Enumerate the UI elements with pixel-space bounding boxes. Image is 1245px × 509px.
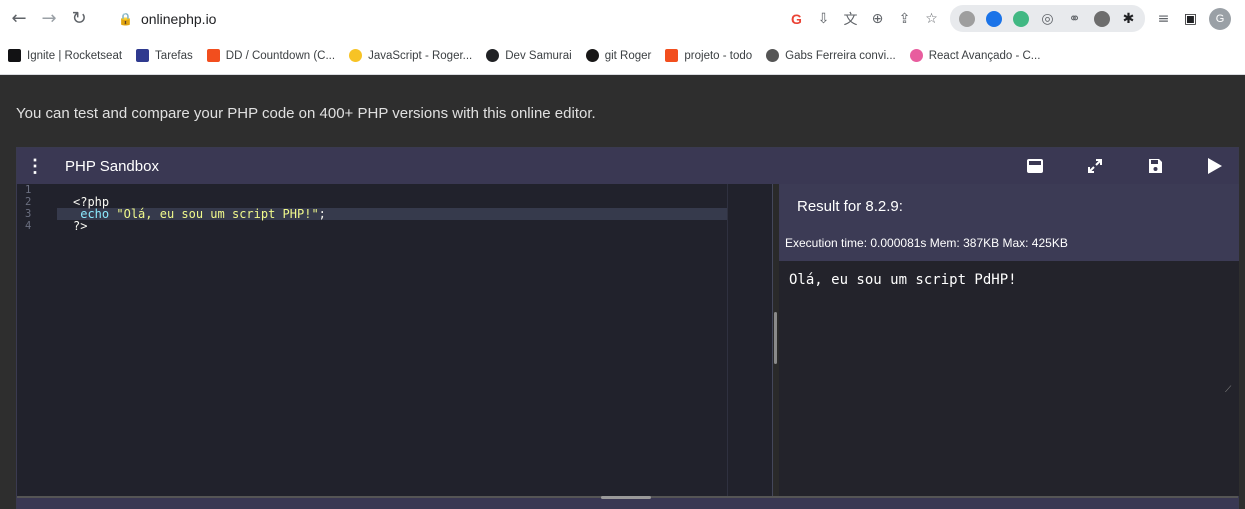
bookmark-favicon-icon (486, 49, 500, 62)
run-play-icon[interactable] (1204, 155, 1226, 177)
menu-dots-icon[interactable]: ⋮ (17, 156, 53, 177)
line-number: 2 (25, 196, 32, 208)
reload-icon[interactable]: ↻ (64, 4, 94, 34)
line-number: 3 (25, 208, 32, 220)
bookmark-item[interactable]: Gabs Ferreira convi... (766, 49, 896, 62)
result-title: Result for 8.2.9: (797, 198, 903, 215)
sandbox-header: ⋮ PHP Sandbox (17, 148, 1238, 184)
bookmark-star-icon[interactable]: ☆ (919, 6, 944, 31)
extension-camera-icon[interactable]: ◎ (1035, 6, 1060, 31)
extensions-group: ◎ ⚭ ✱ (950, 5, 1145, 32)
share-icon[interactable]: ⇪ (892, 6, 917, 31)
google-icon[interactable]: G (784, 6, 809, 31)
translate-icon[interactable]: 文 (838, 6, 863, 31)
bookmark-label: DD / Countdown (C... (225, 49, 336, 62)
bookmark-item[interactable]: Ignite | Rocketseat (8, 49, 122, 62)
zoom-icon[interactable]: ⊕ (865, 6, 890, 31)
side-panel-icon[interactable]: ▣ (1178, 6, 1203, 31)
back-arrow-icon[interactable]: ← (4, 4, 34, 34)
github-icon (585, 49, 599, 62)
bookmark-item[interactable]: projeto - todo (665, 49, 752, 62)
line-number: 1 (25, 184, 32, 196)
page-content: You can test and compare your PHP code o… (0, 75, 1245, 509)
bookmarks-bar: Ignite | Rocketseat Tarefas DD / Countdo… (0, 37, 1245, 75)
install-app-icon[interactable]: ⇩ (811, 6, 836, 31)
bookmark-label: Dev Samurai (505, 49, 572, 62)
php-sandbox: ⋮ PHP Sandbox 1 2 3 4 <?php echo "Olá, e… (16, 147, 1239, 509)
bookmark-label: Ignite | Rocketseat (27, 49, 123, 62)
bookmark-item[interactable]: DD / Countdown (C... (206, 49, 336, 62)
forward-arrow-icon[interactable]: → (34, 4, 64, 34)
php-close-tag: ?> (73, 219, 88, 233)
browser-toolbar: ← → ↻ 🔒 onlinephp.io G ⇩ 文 ⊕ ⇪ ☆ ◎ ⚭ ✱ ≡… (0, 0, 1245, 37)
extension-link-icon[interactable]: ⚭ (1062, 6, 1087, 31)
extensions-puzzle-icon[interactable]: ✱ (1116, 6, 1141, 31)
bookmark-label: Tarefas (155, 49, 193, 62)
bookmark-item[interactable]: git Roger (585, 49, 652, 62)
extension-vue-icon[interactable] (1008, 6, 1033, 31)
reading-list-icon[interactable]: ≡ (1151, 6, 1176, 31)
result-output: Olá, eu sou um script PdHP! (789, 272, 1017, 288)
bookmark-item[interactable]: Tarefas (136, 49, 193, 62)
resize-handle-icon[interactable]: ⟋ (1225, 384, 1233, 394)
extension-w-icon[interactable] (1089, 6, 1114, 31)
layout-toggle-icon[interactable] (1024, 155, 1046, 177)
splitter-grip[interactable] (774, 312, 777, 364)
code-line-active: echo "Olá, eu sou um script PHP!"; (57, 208, 727, 220)
bookmark-item[interactable]: Dev Samurai (486, 49, 572, 62)
code-line: ?> (57, 220, 727, 232)
save-icon[interactable] (1144, 155, 1166, 177)
lock-icon: 🔒 (118, 11, 133, 26)
bookmark-favicon-icon (909, 49, 923, 62)
profile-avatar[interactable]: G (1209, 7, 1231, 30)
semicolon: ; (318, 207, 326, 221)
intro-text: You can test and compare your PHP code o… (16, 105, 596, 122)
bookmark-favicon-icon (206, 49, 220, 62)
line-number-gutter: 1 2 3 4 (17, 184, 57, 496)
bookmark-label: projeto - todo (684, 49, 753, 62)
string-literal: "Olá, eu sou um script PHP!" (116, 207, 319, 221)
result-panel: Result for 8.2.9: Execution time: 0.0000… (779, 184, 1239, 496)
execution-info: Execution time: 0.000081s Mem: 387KB Max… (785, 236, 1068, 250)
bookmark-favicon-icon (349, 49, 363, 62)
bookmark-favicon-icon (136, 49, 150, 62)
bookmark-item[interactable]: JavaScript - Roger... (349, 49, 472, 62)
sandbox-actions (1024, 148, 1226, 184)
bookmark-label: React Avançado - C... (928, 49, 1041, 62)
result-header: Result for 8.2.9: Execution time: 0.0000… (779, 184, 1239, 261)
bottom-resize-bar[interactable] (17, 496, 1238, 509)
bookmark-label: Gabs Ferreira convi... (785, 49, 896, 62)
code-editor[interactable]: 1 2 3 4 <?php echo "Olá, eu sou um scrip… (17, 184, 773, 496)
url-text: onlinephp.io (140, 10, 217, 27)
code-area[interactable]: <?php echo "Olá, eu sou um script PHP!";… (57, 184, 727, 496)
bookmark-label: JavaScript - Roger... (368, 49, 473, 62)
bookmark-favicon-icon (665, 49, 679, 62)
extension-icons: G ⇩ 文 ⊕ ⇪ ☆ ◎ ⚭ ✱ ≡ ▣ G (784, 5, 1231, 32)
bookmark-item[interactable]: React Avançado - C... (909, 49, 1041, 62)
line-number: 4 (25, 220, 32, 232)
bookmark-favicon-icon (8, 49, 21, 62)
bottom-grip[interactable] (601, 496, 651, 499)
sandbox-title: PHP Sandbox (65, 157, 159, 175)
extension-globe-icon[interactable] (981, 6, 1006, 31)
fullscreen-icon[interactable] (1084, 155, 1106, 177)
bookmark-favicon-icon (766, 49, 780, 62)
extension-owl-icon[interactable] (954, 6, 979, 31)
bookmark-label: git Roger (604, 49, 652, 62)
editor-minimap (727, 184, 773, 496)
